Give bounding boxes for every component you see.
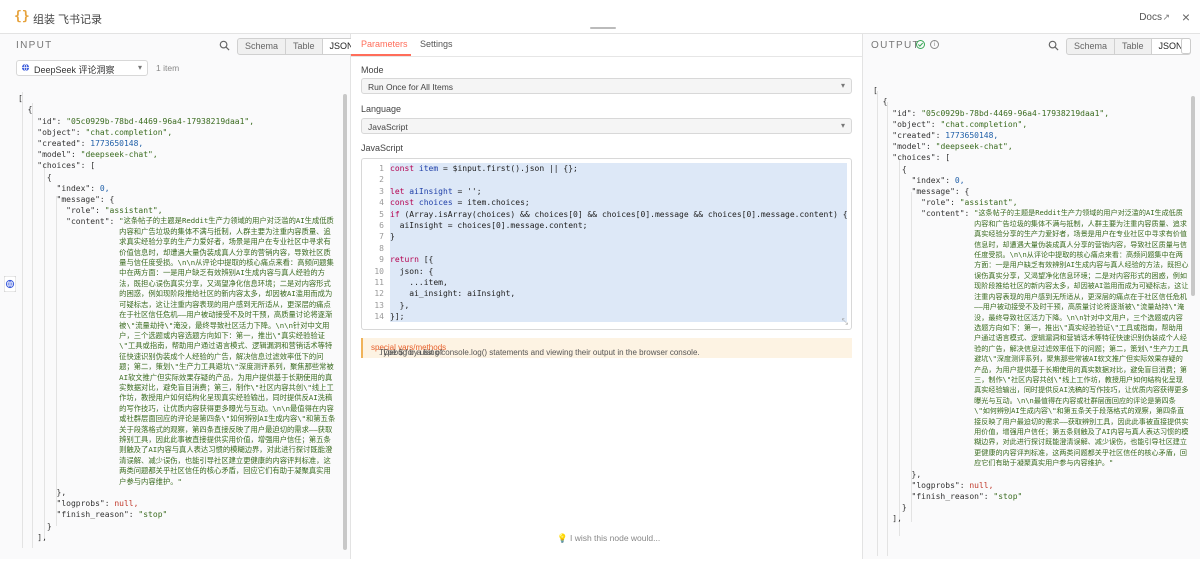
chevron-down-icon: ▾ <box>840 121 845 130</box>
success-check-icon <box>916 40 925 49</box>
external-link-icon: ↗ <box>1162 12 1170 22</box>
input-tab-table[interactable]: Table <box>286 39 323 54</box>
active-tab-underline <box>351 54 411 56</box>
resize-handle-icon[interactable]: ⤡ <box>842 317 848 327</box>
item-count: 1 item <box>156 63 180 73</box>
info-icon[interactable]: i <box>930 40 939 49</box>
input-header: INPUT Schema Table JSON <box>0 34 362 56</box>
hint-banner: Type $ for a list of special vars/method… <box>361 338 852 358</box>
input-scrollbar[interactable] <box>343 94 347 550</box>
input-tab-schema[interactable]: Schema <box>238 39 287 54</box>
input-content-text: "这条帖子的主题是Reddit生产力领域的用户对泛滥的AI生成低质内容和广告垃圾… <box>119 216 336 486</box>
output-header: OUTPUT i Schema Table JSON <box>863 34 1200 56</box>
output-tab-table[interactable]: Table <box>1115 39 1152 54</box>
parameters-panel: Parameters Settings Mode Run Once for Al… <box>351 34 862 559</box>
output-content-text: "这条帖子的主题是Reddit生产力领域的用户对泛滥的AI生成低质内容和广告垃圾… <box>974 208 1189 468</box>
code-node-icon: {} <box>14 9 30 24</box>
chevron-down-icon: ▾ <box>137 63 142 72</box>
side-panel-globe-icon[interactable] <box>4 276 16 292</box>
node-title[interactable]: 组装 飞书记录 <box>33 11 102 27</box>
output-scrollbar[interactable] <box>1191 96 1195 296</box>
drag-handle[interactable] <box>590 27 616 29</box>
input-json-view: [ { "id": "05c0929b-78bd-4469-96a4-17938… <box>18 82 338 565</box>
output-json-view: [ { "id": "05c0929b-78bd-4469-96a4-17938… <box>873 86 1189 524</box>
tab-parameters[interactable]: Parameters <box>361 39 408 49</box>
mode-select[interactable]: Run Once for All Items ▾ <box>361 78 852 94</box>
javascript-label: JavaScript <box>361 143 404 153</box>
node-select-value: DeepSeek 评论洞察 <box>34 65 115 75</box>
language-label: Language <box>361 104 402 114</box>
search-icon[interactable] <box>1048 40 1059 51</box>
language-value: JavaScript <box>368 122 408 132</box>
output-panel: OUTPUT i Schema Table JSON [ { "id": "05… <box>862 34 1200 559</box>
input-view-toggle: Schema Table JSON <box>237 38 362 55</box>
mode-value: Run Once for All Items <box>368 82 454 92</box>
output-view-toggle: Schema Table JSON <box>1066 38 1191 55</box>
code-content: const item = $input.first().json || {}; … <box>390 164 848 322</box>
input-panel: INPUT Schema Table JSON DeepSeek 评论洞察 ▾ … <box>0 34 362 559</box>
input-label: INPUT <box>16 40 53 51</box>
output-label: OUTPUT <box>871 40 920 51</box>
close-icon[interactable]: × <box>1182 9 1190 25</box>
docs-link[interactable]: Docs <box>1139 12 1162 23</box>
search-icon[interactable] <box>219 40 230 51</box>
lightbulb-icon: 💡 <box>557 533 568 543</box>
chevron-down-icon: ▾ <box>840 81 845 90</box>
parameters-tabs: Parameters Settings <box>351 34 862 57</box>
feedback-link[interactable]: 💡 I wish this node would... <box>557 533 660 544</box>
tab-settings[interactable]: Settings <box>420 39 453 49</box>
code-editor[interactable]: 1 2 3 4 5 6 7 8 9 10 11 12 13 14 const item = $input.… <box>361 158 852 330</box>
pin-icon[interactable] <box>1181 38 1191 54</box>
mode-label: Mode <box>361 65 384 75</box>
globe-icon <box>21 63 30 72</box>
top-bar: {} 组装 飞书记录 Docs ↗ × <box>0 0 1200 34</box>
line-numbers: 1 2 3 4 5 6 7 8 9 10 11 12 13 14 <box>374 164 384 322</box>
language-select[interactable]: JavaScript ▾ <box>361 118 852 134</box>
output-tab-schema[interactable]: Schema <box>1067 39 1116 54</box>
input-node-select[interactable]: DeepSeek 评论洞察 ▾ <box>16 60 148 76</box>
